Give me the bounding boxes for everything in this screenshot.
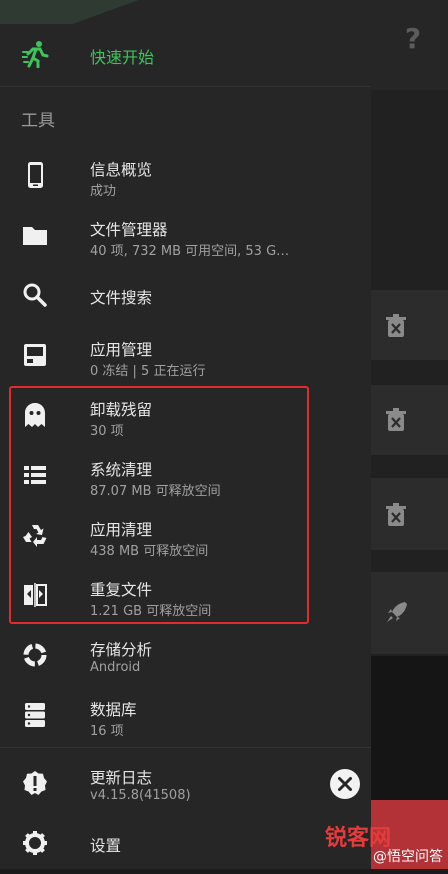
- menu-item-file-search[interactable]: 文件搜索: [0, 266, 371, 326]
- menu-item-subtitle: 1.21 GB 可释放空间: [90, 604, 212, 619]
- menu-item-duplicates[interactable]: 重复文件 1.21 GB 可释放空间: [0, 566, 371, 626]
- menu-item-subtitle: 0 冻结 | 5 正在运行: [90, 364, 206, 379]
- menu-item-title: 更新日志: [90, 769, 153, 787]
- watermark-subtitle: @悟空问答: [373, 849, 443, 865]
- menu-item-databases[interactable]: 数据库 16 项: [0, 686, 371, 746]
- menu-item-subtitle: Android: [90, 660, 141, 675]
- menu-item-title: 信息概览: [90, 161, 153, 179]
- menu-item-subtitle: 40 项, 732 MB 可用空间, 53 G…: [90, 244, 290, 259]
- alert-icon: [23, 771, 47, 795]
- menu-item-title: 文件管理器: [90, 221, 168, 239]
- menu-item-title: 重复文件: [90, 581, 153, 599]
- close-button[interactable]: [330, 769, 360, 799]
- menu-item-title: 数据库: [90, 701, 137, 719]
- menu-item-title: 文件搜索: [90, 289, 153, 307]
- background-row: [371, 385, 448, 455]
- menu-item-title: 存储分析: [90, 641, 153, 659]
- trash-icon[interactable]: [385, 408, 407, 432]
- menu-item-title: 设置: [90, 837, 122, 855]
- trash-icon[interactable]: [385, 503, 407, 527]
- menu-item-title: 卸载残留: [90, 401, 153, 419]
- menu-item-storage-analyzer[interactable]: 存储分析 Android: [0, 626, 371, 686]
- quick-start-label: 快速开始: [90, 48, 155, 67]
- menu-item-title: 系统清理: [90, 461, 153, 479]
- menu-item-settings[interactable]: 设置: [0, 814, 371, 874]
- rocket-icon[interactable]: [385, 600, 409, 624]
- menu-item-device-info[interactable]: 信息概览 成功: [0, 146, 371, 206]
- menu-item-corpse-finder[interactable]: 卸载残留 30 项: [0, 386, 371, 446]
- recycle-icon: [23, 525, 47, 547]
- menu-item-subtitle: 87.07 MB 可释放空间: [90, 484, 221, 499]
- menu-item-subtitle: 成功: [90, 184, 117, 199]
- menu-item-app-cleaner[interactable]: 应用清理 438 MB 可释放空间: [0, 506, 371, 566]
- help-icon[interactable]: ?: [401, 22, 425, 56]
- trash-icon[interactable]: [385, 314, 407, 338]
- ghost-icon: [25, 403, 45, 427]
- menu-item-subtitle: v4.15.8(41508): [90, 788, 191, 803]
- app-box-icon: [24, 344, 46, 366]
- phone-icon: [28, 162, 43, 188]
- database-icon: [25, 703, 45, 727]
- divider: [0, 86, 371, 87]
- menu-item-changelog[interactable]: 更新日志 v4.15.8(41508): [0, 754, 371, 814]
- background-row: [371, 478, 448, 550]
- section-title-tools: 工具: [21, 111, 55, 131]
- menu-item-title: 应用清理: [90, 521, 153, 539]
- background-toolbar: ?: [371, 0, 448, 90]
- menu-item-title: 应用管理: [90, 341, 153, 359]
- menu-item-subtitle: 438 MB 可释放空间: [90, 544, 209, 559]
- menu-item-subtitle: 30 项: [90, 424, 124, 439]
- background-row: [371, 572, 448, 654]
- drawer-header-accent: [0, 0, 165, 24]
- menu-item-subtitle: 16 项: [90, 724, 124, 739]
- menu-item-app-manager[interactable]: 应用管理 0 冻结 | 5 正在运行: [0, 326, 371, 386]
- close-icon: [338, 777, 352, 791]
- quick-start-item[interactable]: 快速开始: [0, 24, 371, 86]
- watermark: 锐客网 @悟空问答: [325, 820, 448, 869]
- list-icon: [24, 466, 46, 484]
- divider: [0, 747, 371, 748]
- background-app: ?: [371, 0, 448, 869]
- folder-icon: [23, 227, 47, 245]
- background-row: [371, 290, 448, 360]
- menu-item-system-cleaner[interactable]: 系统清理 87.07 MB 可释放空间: [0, 446, 371, 506]
- duplicate-files-icon: [24, 583, 47, 607]
- pie-chart-icon: [23, 643, 47, 667]
- running-person-icon: [22, 41, 49, 68]
- gear-icon: [23, 831, 47, 855]
- search-icon: [23, 283, 47, 307]
- menu-item-file-manager[interactable]: 文件管理器 40 项, 732 MB 可用空间, 53 G…: [0, 206, 371, 266]
- navigation-drawer: 快速开始 工具 信息概览 成功 文件管理器 40 项, 732 MB 可用空间,…: [0, 0, 371, 869]
